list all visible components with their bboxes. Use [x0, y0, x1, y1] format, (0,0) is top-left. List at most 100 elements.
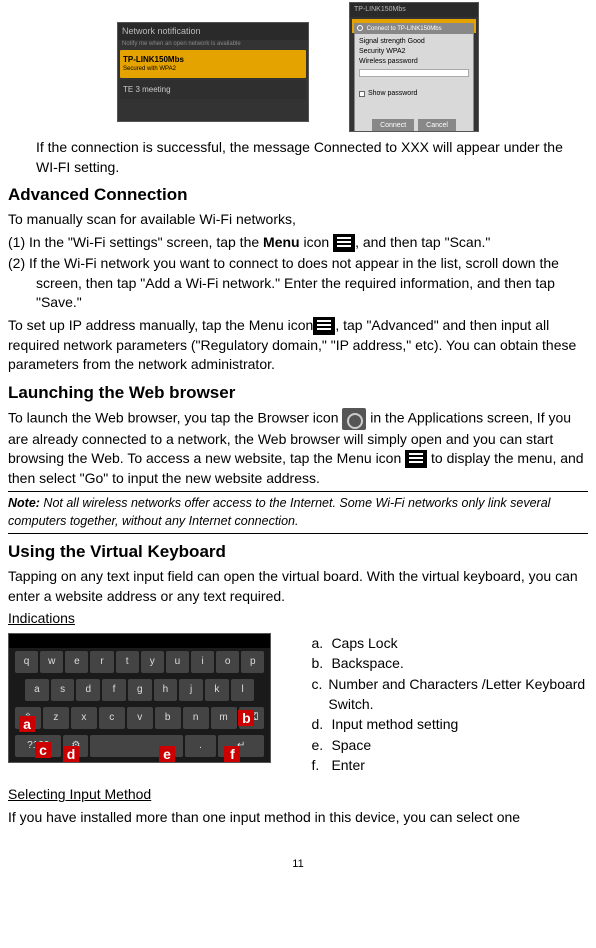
lg-d: Input method setting [331, 715, 458, 735]
lg-a: Caps Lock [331, 634, 397, 654]
dlg-sig: Signal strength Good [359, 37, 469, 47]
step1-menu-word: Menu [263, 234, 300, 250]
notif-header: Network notification [118, 23, 308, 40]
key: t [116, 651, 139, 673]
net-row-1-title: TP-LINK150Mbs [123, 54, 303, 65]
lg-f-lab: f. [311, 756, 331, 776]
step1-c: icon [300, 234, 333, 250]
net-row-1-sub: Secured with WPA2 [123, 65, 303, 73]
key: x [71, 707, 97, 729]
screenshot-connect-dialog: TP-LINK150Mbs Connect to TP-LINK150Mbs S… [349, 2, 479, 132]
lg-c-lab: c. [311, 675, 328, 714]
key: s [51, 679, 75, 701]
lg-e: Space [331, 736, 371, 756]
dlg-cancel-btn: Cancel [418, 119, 456, 132]
lg-f: Enter [331, 756, 364, 776]
step-1: (1) In the "Wi-Fi settings" screen, tap … [8, 233, 588, 253]
key: z [43, 707, 69, 729]
dlg-show-row: Show password [359, 89, 469, 99]
net-row-2-title: TE 3 meeting [123, 84, 303, 95]
para-launch: To launch the Web browser, you tap the B… [8, 408, 588, 489]
key: v [127, 707, 153, 729]
notif-title: Network notification [122, 25, 201, 38]
para-ip-manual: To set up IP address manually, tap the M… [8, 316, 588, 375]
key: j [179, 679, 203, 701]
kb-row-2: asdfghjkl [9, 676, 270, 704]
key: k [205, 679, 229, 701]
key: y [141, 651, 164, 673]
menu-icon [333, 234, 355, 252]
key: u [166, 651, 189, 673]
marker-c: c [35, 742, 51, 758]
note-line: Note: Not all wireless networks offer ac… [8, 495, 588, 530]
kb-row-1: qwertyuiop [9, 648, 270, 676]
menu-icon [405, 450, 427, 468]
lg-b: Backspace. [331, 654, 403, 674]
wifi-icon [357, 25, 363, 31]
key: a [25, 679, 49, 701]
heading-select-input-method: Selecting Input Method [8, 785, 588, 805]
notif-sub: Notify me when an open network is availa… [118, 40, 308, 48]
lg-e-lab: e. [311, 736, 331, 756]
para-vk: Tapping on any text input field can open… [8, 567, 588, 606]
key: m [211, 707, 237, 729]
key: h [154, 679, 178, 701]
lg-b-lab: b. [311, 654, 331, 674]
dlg-sec: Security WPA2 [359, 47, 469, 57]
net-row-1: TP-LINK150Mbs Secured with WPA2 [120, 50, 306, 78]
dlg-titlebar: TP-LINK150Mbs [350, 3, 478, 17]
key: l [231, 679, 255, 701]
lg-a-lab: a. [311, 634, 331, 654]
key: r [90, 651, 113, 673]
indications-label: Indications [8, 609, 588, 629]
key: d [76, 679, 100, 701]
connect-dialog: Connect to TP-LINK150Mbs Signal strength… [354, 23, 474, 132]
dlg-head-text: Connect to TP-LINK150Mbs [367, 26, 442, 32]
marker-f: f [224, 746, 240, 762]
key: p [241, 651, 264, 673]
lg-c: Number and Characters /Letter Keyboard S… [328, 675, 588, 714]
kb-row-3: ⇧zxcvbnm⌫ [9, 704, 270, 732]
separator-top [8, 491, 588, 492]
key: g [128, 679, 152, 701]
note-body: Not all wireless networks offer access t… [8, 496, 550, 528]
key: e [65, 651, 88, 673]
key: c [99, 707, 125, 729]
key: i [191, 651, 214, 673]
heading-advanced-connection: Advanced Connection [8, 183, 588, 207]
dlg-pass-field [359, 69, 469, 77]
dlg-head: Connect to TP-LINK150Mbs [355, 24, 473, 34]
key: w [40, 651, 63, 673]
key: n [183, 707, 209, 729]
marker-b: b [238, 710, 254, 726]
screenshot-network-list: Network notification Notify me when an o… [117, 22, 309, 122]
marker-a: a [19, 716, 35, 732]
dlg-connect-btn: Connect [372, 119, 414, 132]
key: q [15, 651, 38, 673]
dlg-pass: Wireless password [359, 57, 469, 67]
note-label: Note: [8, 496, 40, 510]
step1-d: , and then tap "Scan." [355, 234, 490, 250]
keyboard-legend: a.Caps Lock b.Backspace. c.Number and Ch… [311, 633, 588, 777]
step-2: (2) If the Wi-Fi network you want to con… [8, 254, 588, 313]
para-manual-scan: To manually scan for available Wi-Fi net… [8, 210, 588, 230]
para-connected: If the connection is successful, the mes… [8, 138, 588, 177]
kb-topbar [9, 634, 270, 648]
heading-virtual-keyboard: Using the Virtual Keyboard [8, 540, 588, 564]
separator-bottom [8, 533, 588, 534]
heading-launch-browser: Launching the Web browser [8, 381, 588, 405]
p4a: To launch the Web browser, you tap the B… [8, 409, 342, 425]
marker-e: e [159, 746, 175, 762]
key: b [155, 707, 181, 729]
key: f [102, 679, 126, 701]
dlg-show: Show password [368, 89, 417, 99]
checkbox-icon [359, 91, 365, 97]
keyboard-screenshot: qwertyuiop asdfghjkl ⇧zxcvbnm⌫ ?123⚙.↵ a… [8, 633, 271, 763]
page-number: 11 [8, 857, 588, 872]
para-select-input: If you have installed more than one inpu… [8, 808, 588, 828]
menu-icon [313, 317, 335, 335]
p3a: To set up IP address manually, tap the M… [8, 317, 313, 333]
step1-a: (1) In the "Wi-Fi settings" screen, tap … [8, 234, 263, 250]
net-row-2: TE 3 meeting [120, 80, 306, 99]
lg-d-lab: d. [311, 715, 331, 735]
